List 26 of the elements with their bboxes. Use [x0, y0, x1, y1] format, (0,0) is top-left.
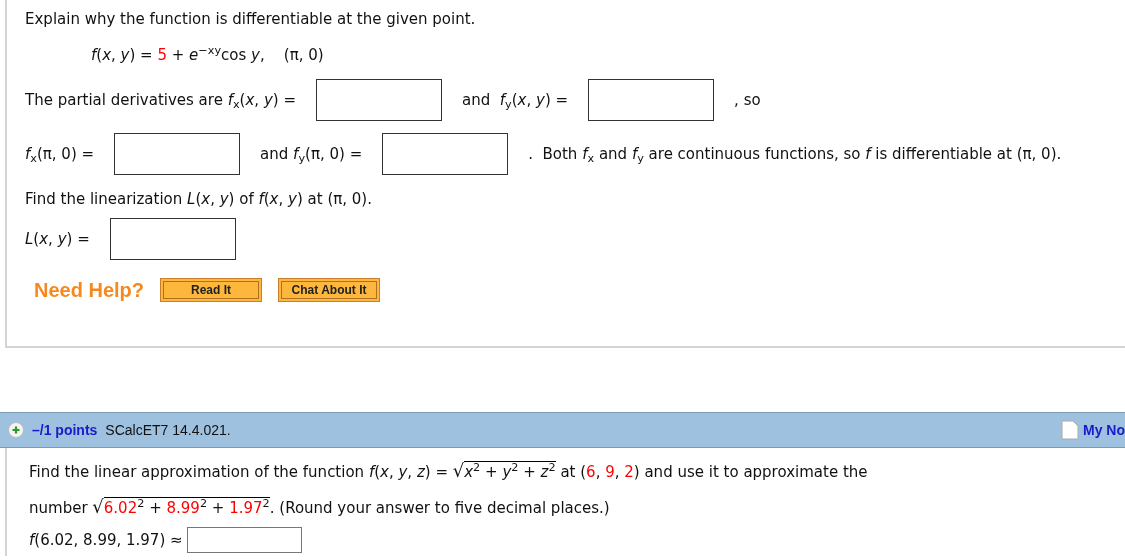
- question-text: and f$_{y}$(π, 0) =: [260, 143, 363, 166]
- question-text: Find the linearization L(x, y) of f(x, y) at (π, 0).: [25, 188, 372, 210]
- question-text: f(x, y) = 5 + e$^{−xy}$cos y, (π, 0): [91, 43, 324, 66]
- question-text: f$_{x}$(π, 0) =: [25, 143, 95, 166]
- points-label: –/1 points: [32, 420, 98, 440]
- question-text: , so: [734, 89, 761, 111]
- answer-field[interactable]: [186, 527, 302, 553]
- question-text: f(6.02, 8.99, 1.97) ≈: [29, 529, 183, 551]
- notes-link[interactable]: My No: [1083, 419, 1125, 441]
- question-text: The partial derivatives are f$_{x}$(x, y) =: [25, 89, 296, 112]
- help-label: Need Help?: [34, 278, 145, 303]
- answer-field[interactable]: [382, 133, 509, 175]
- question-text: number √6.02$^{2}$ + 8.99$^{2}$ + 1.97$^{2}$. (Round your answer to five decimal places.): [29, 494, 610, 519]
- question-text: Explain why the function is differentiable at the given point.: [25, 8, 476, 30]
- answer-field[interactable]: [109, 218, 236, 260]
- plus-icon[interactable]: [8, 422, 24, 438]
- question-text: Find the linear approximation of the function f(x, y, z) = √x$^{2}$ + y$^{2}$ + z$^{2}$ at (6, 9, 2) and use it to approximate the: [29, 458, 868, 483]
- problem-code: SCalcET7 14.4.021.: [105, 420, 231, 440]
- answer-field[interactable]: [114, 133, 241, 175]
- question-text: L(x, y) =: [25, 228, 90, 250]
- help-button[interactable]: Read It: [160, 278, 263, 302]
- help-button[interactable]: Chat About It: [278, 278, 381, 302]
- answer-field[interactable]: [588, 79, 715, 121]
- question-text: . Both f$_{x}$ and f$_{y}$ are continuous functions, so f is differentiable at (π, 0).: [528, 143, 1062, 166]
- question-text: and f$_{y}$(x, y) =: [462, 89, 569, 112]
- answer-field[interactable]: [316, 79, 442, 121]
